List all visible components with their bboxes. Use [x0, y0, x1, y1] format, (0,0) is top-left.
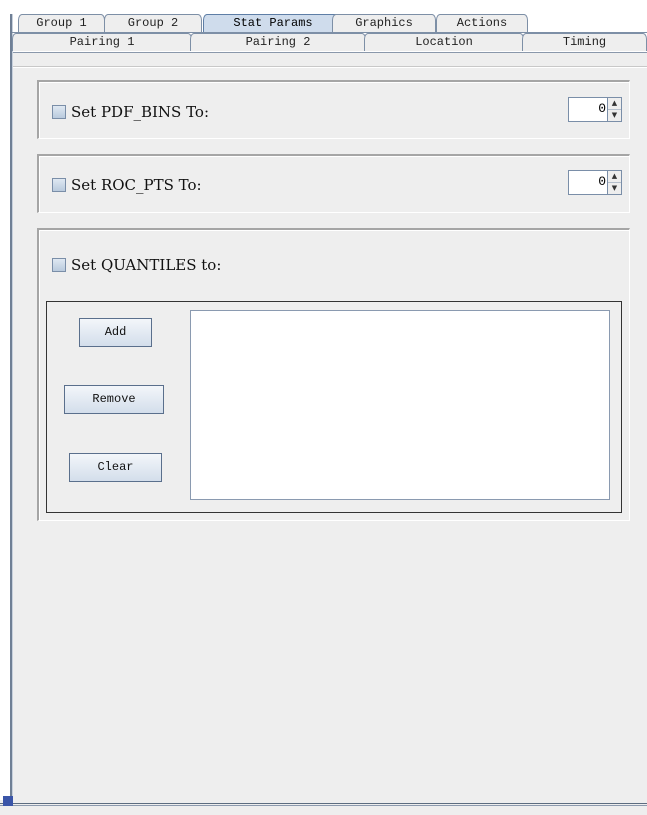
- bottom-border-inner: [0, 805, 647, 806]
- pdf-bins-value[interactable]: 0: [598, 101, 606, 116]
- roc-pts-value[interactable]: 0: [598, 174, 606, 189]
- roc-pts-option[interactable]: Set ROC_PTS To:: [52, 176, 202, 194]
- quantiles-option[interactable]: Set QUANTILES to:: [52, 256, 221, 274]
- pdf-bins-label: Set PDF_BINS To:: [71, 103, 210, 121]
- quantiles-label: Set QUANTILES to:: [71, 256, 222, 274]
- pdf-bins-checkbox[interactable]: [52, 105, 66, 119]
- resize-grip-icon[interactable]: [3, 796, 13, 806]
- tab-graphics[interactable]: Graphics: [332, 14, 436, 32]
- spinner-up-icon[interactable]: ▲: [608, 98, 621, 110]
- roc-pts-spinner[interactable]: 0 ▲ ▼: [568, 170, 622, 195]
- spinner-down-icon[interactable]: ▼: [608, 183, 621, 194]
- spinner-up-icon[interactable]: ▲: [608, 171, 621, 183]
- add-button[interactable]: Add: [79, 318, 152, 347]
- bottom-border: [0, 803, 647, 804]
- clear-button[interactable]: Clear: [69, 453, 162, 482]
- roc-pts-spinner-buttons: ▲ ▼: [607, 171, 621, 194]
- quantiles-checkbox[interactable]: [52, 258, 66, 272]
- spinner-down-icon[interactable]: ▼: [608, 110, 621, 121]
- tab-group-2[interactable]: Group 2: [104, 14, 202, 32]
- tab-row-bottom: Pairing 1 Pairing 2 Location Timing: [12, 33, 647, 51]
- pdf-bins-spinner-buttons: ▲ ▼: [607, 98, 621, 121]
- roc-pts-label: Set ROC_PTS To:: [71, 176, 202, 194]
- roc-pts-checkbox[interactable]: [52, 178, 66, 192]
- tab-timing[interactable]: Timing: [522, 33, 647, 51]
- tab-pairing-1[interactable]: Pairing 1: [12, 33, 192, 51]
- tab-actions[interactable]: Actions: [436, 14, 528, 32]
- tab-group-1[interactable]: Group 1: [18, 14, 105, 32]
- remove-button[interactable]: Remove: [64, 385, 164, 414]
- tab-pairing-2[interactable]: Pairing 2: [190, 33, 366, 51]
- tab-location[interactable]: Location: [364, 33, 524, 51]
- pdf-bins-option[interactable]: Set PDF_BINS To:: [52, 103, 209, 121]
- quantiles-list[interactable]: [190, 310, 610, 500]
- pdf-bins-spinner[interactable]: 0 ▲ ▼: [568, 97, 622, 122]
- panel-separator-highlight: [13, 67, 647, 68]
- tab-stat-params[interactable]: Stat Params: [203, 14, 343, 32]
- tab-row-top: Group 1 Group 2 Stat Params Graphics Act…: [12, 14, 647, 32]
